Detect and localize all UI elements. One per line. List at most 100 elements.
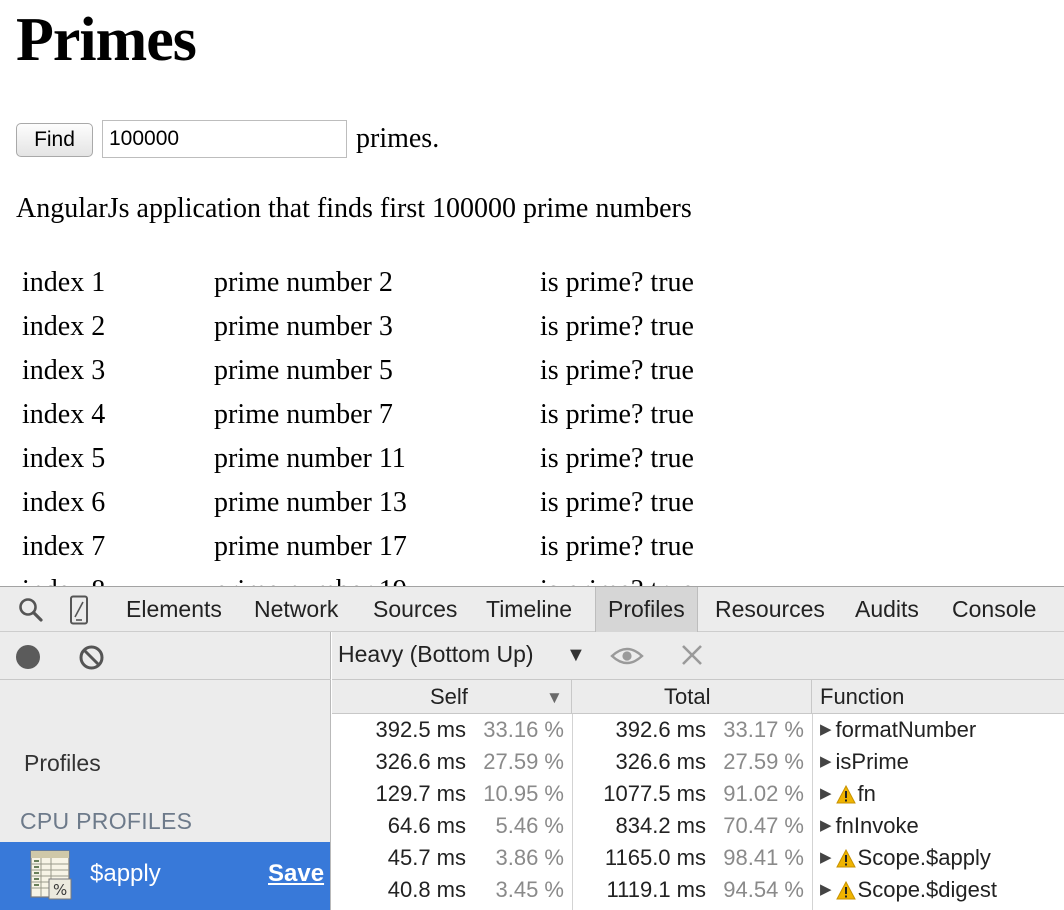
warning-icon (835, 848, 856, 867)
prime-number: prime number 3 (214, 311, 393, 342)
function-cell: ▶ Scope.$apply (820, 842, 991, 874)
is-prime-flag: is prime? true (540, 399, 694, 430)
prime-count-input[interactable] (102, 120, 347, 158)
total-time: 1077.5 ms (603, 781, 706, 806)
tab-resources[interactable]: Resources (703, 587, 837, 632)
total-percent: 91.02 % (723, 781, 804, 806)
cpu-profiles-section-label: CPU PROFILES (20, 808, 193, 834)
self-percent: 33.16 % (483, 717, 564, 742)
function-cell: ▶ isPrime (820, 746, 909, 778)
self-time: 326.6 ms (375, 749, 467, 774)
prime-index: index 8 (22, 572, 105, 586)
total-percent: 98.41 % (723, 845, 804, 870)
function-name: isPrime (835, 749, 909, 774)
record-button[interactable] (16, 645, 40, 669)
prime-index: index 7 (22, 531, 106, 562)
total-percent: 94.54 % (723, 877, 804, 902)
profile-item-apply[interactable]: % $apply Save (0, 842, 330, 910)
description-text: AngularJs application that finds first 1… (16, 193, 692, 224)
function-header-label: Function (820, 684, 905, 709)
search-icon[interactable] (16, 595, 46, 625)
column-header-total[interactable]: Total (572, 680, 812, 713)
profile-row[interactable]: 392.5 ms 33.16 % 392.6 ms 33.17 % ▶ formatNum… (332, 714, 1064, 746)
function-name: fnInvoke (835, 813, 919, 838)
close-icon[interactable] (680, 643, 704, 667)
expand-triangle-icon[interactable]: ▶ (820, 810, 832, 842)
is-prime-flag: is prime? true (540, 572, 694, 586)
function-name: formatNumber (835, 717, 977, 742)
self-header-label: Self (430, 684, 468, 709)
prime-number: prime number 5 (214, 355, 393, 386)
chevron-down-icon[interactable]: ▼ (566, 644, 586, 667)
tab-console[interactable]: Console (940, 587, 1048, 632)
eye-icon[interactable] (610, 644, 644, 668)
prime-number: prime number 13 (214, 487, 407, 518)
find-button[interactable]: Find (16, 123, 93, 157)
tab-timeline[interactable]: Timeline (474, 587, 584, 632)
prime-index: index 3 (22, 355, 106, 386)
profile-row[interactable]: 129.7 ms 10.95 % 1077.5 ms 91.02 % ▶ fn (332, 778, 1064, 810)
profile-name: $apply (90, 860, 161, 887)
self-time: 40.8 ms (387, 877, 466, 902)
function-cell: ▶ formatNumber (820, 714, 976, 746)
expand-triangle-icon[interactable]: ▶ (820, 746, 832, 778)
tab-audits[interactable]: Audits (843, 587, 931, 632)
total-header-label: Total (664, 684, 711, 709)
expand-triangle-icon[interactable]: ▶ (820, 778, 832, 810)
view-mode-select[interactable]: Heavy (Bottom Up) (338, 641, 534, 668)
profile-row[interactable]: 326.6 ms 27.59 % 326.6 ms 27.59 % ▶ isPrime (332, 746, 1064, 778)
warning-icon (835, 784, 856, 803)
self-time: 45.7 ms (387, 845, 466, 870)
tab-network[interactable]: Network (242, 587, 350, 632)
self-percent: 3.45 % (495, 877, 565, 902)
prime-index: index 5 (22, 443, 106, 474)
self-time: 392.5 ms (375, 717, 467, 742)
function-name: Scope.$apply (857, 845, 991, 870)
is-prime-flag: is prime? true (540, 487, 694, 518)
prime-index: index 2 (22, 311, 106, 342)
total-time: 1119.1 ms (606, 877, 706, 902)
expand-triangle-icon[interactable]: ▶ (820, 842, 832, 874)
is-prime-flag: is prime? true (540, 267, 694, 298)
profile-view: Heavy (Bottom Up) ▼ Self ▼ Total Functio… (332, 632, 1064, 910)
prime-index: index 4 (22, 399, 106, 430)
total-percent: 27.59 % (723, 749, 804, 774)
column-header-self[interactable]: Self ▼ (332, 680, 572, 713)
total-percent: 33.17 % (723, 717, 804, 742)
column-header-function[interactable]: Function (812, 680, 1064, 713)
expand-triangle-icon[interactable]: ▶ (820, 874, 832, 906)
function-cell: ▶ fn (820, 778, 876, 810)
prime-index: index 6 (22, 487, 106, 518)
self-time: 64.6 ms (387, 813, 466, 838)
save-profile-link[interactable]: Save (268, 860, 324, 888)
total-percent: 70.47 % (723, 813, 804, 838)
self-time: 129.7 ms (375, 781, 467, 806)
profile-grid: 392.5 ms 33.16 % 392.6 ms 33.17 % ▶ formatNum… (332, 714, 1064, 910)
total-time: 392.6 ms (615, 717, 707, 742)
tab-elements[interactable]: Elements (114, 587, 234, 632)
tab-profiles[interactable]: Profiles (595, 587, 698, 632)
profile-row[interactable]: 45.7 ms 3.86 % 1165.0 ms 98.41 % ▶ Scope.$app… (332, 842, 1064, 874)
devtools-panel: Elements Network Sources Timeline Profiles Re… (0, 586, 1064, 910)
expand-triangle-icon[interactable]: ▶ (820, 714, 832, 746)
total-time: 326.6 ms (615, 749, 707, 774)
page-content: Primes Find primes. AngularJs applicatio… (0, 0, 1064, 586)
profile-row[interactable]: 64.6 ms 5.46 % 834.2 ms 70.47 % ▶ fnInvoke (332, 810, 1064, 842)
warning-icon (835, 880, 856, 899)
tab-sources[interactable]: Sources (361, 587, 469, 632)
function-name: Scope.$digest (857, 877, 997, 902)
profiles-heading: Profiles (24, 750, 101, 776)
function-name: fn (857, 781, 876, 806)
grid-header: Self ▼ Total Function (332, 680, 1064, 714)
is-prime-flag: is prime? true (540, 355, 694, 386)
clear-icon[interactable] (78, 644, 105, 671)
sort-descending-icon: ▼ (546, 688, 563, 707)
devtools-tab-bar: Elements Network Sources Timeline Profiles Re… (0, 586, 1064, 632)
prime-number: prime number 17 (214, 531, 407, 562)
device-mode-icon[interactable] (64, 595, 94, 625)
svg-text:%: % (53, 881, 67, 899)
cpu-profile-icon: % (29, 849, 74, 901)
profile-row[interactable]: 40.8 ms 3.45 % 1119.1 ms 94.54 % ▶ Scope.$dig… (332, 874, 1064, 906)
total-time: 1165.0 ms (604, 845, 706, 870)
is-prime-flag: is prime? true (540, 311, 694, 342)
